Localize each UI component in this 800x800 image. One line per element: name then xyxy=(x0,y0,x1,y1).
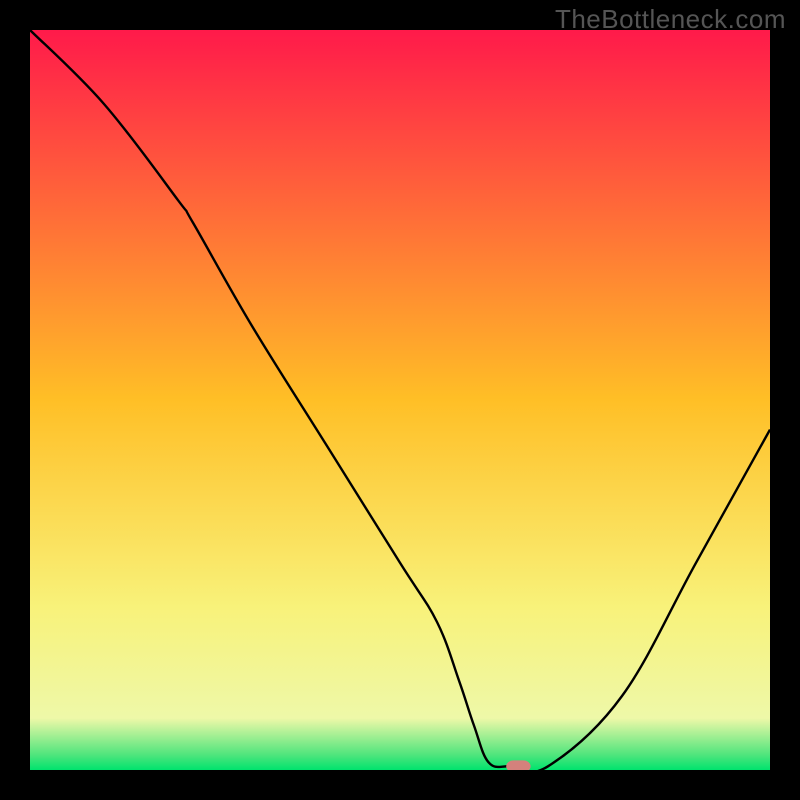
min-marker xyxy=(506,760,530,770)
gradient-background xyxy=(30,30,770,770)
chart-frame: TheBottleneck.com xyxy=(0,0,800,800)
plot-area xyxy=(30,30,770,770)
chart-svg xyxy=(30,30,770,770)
